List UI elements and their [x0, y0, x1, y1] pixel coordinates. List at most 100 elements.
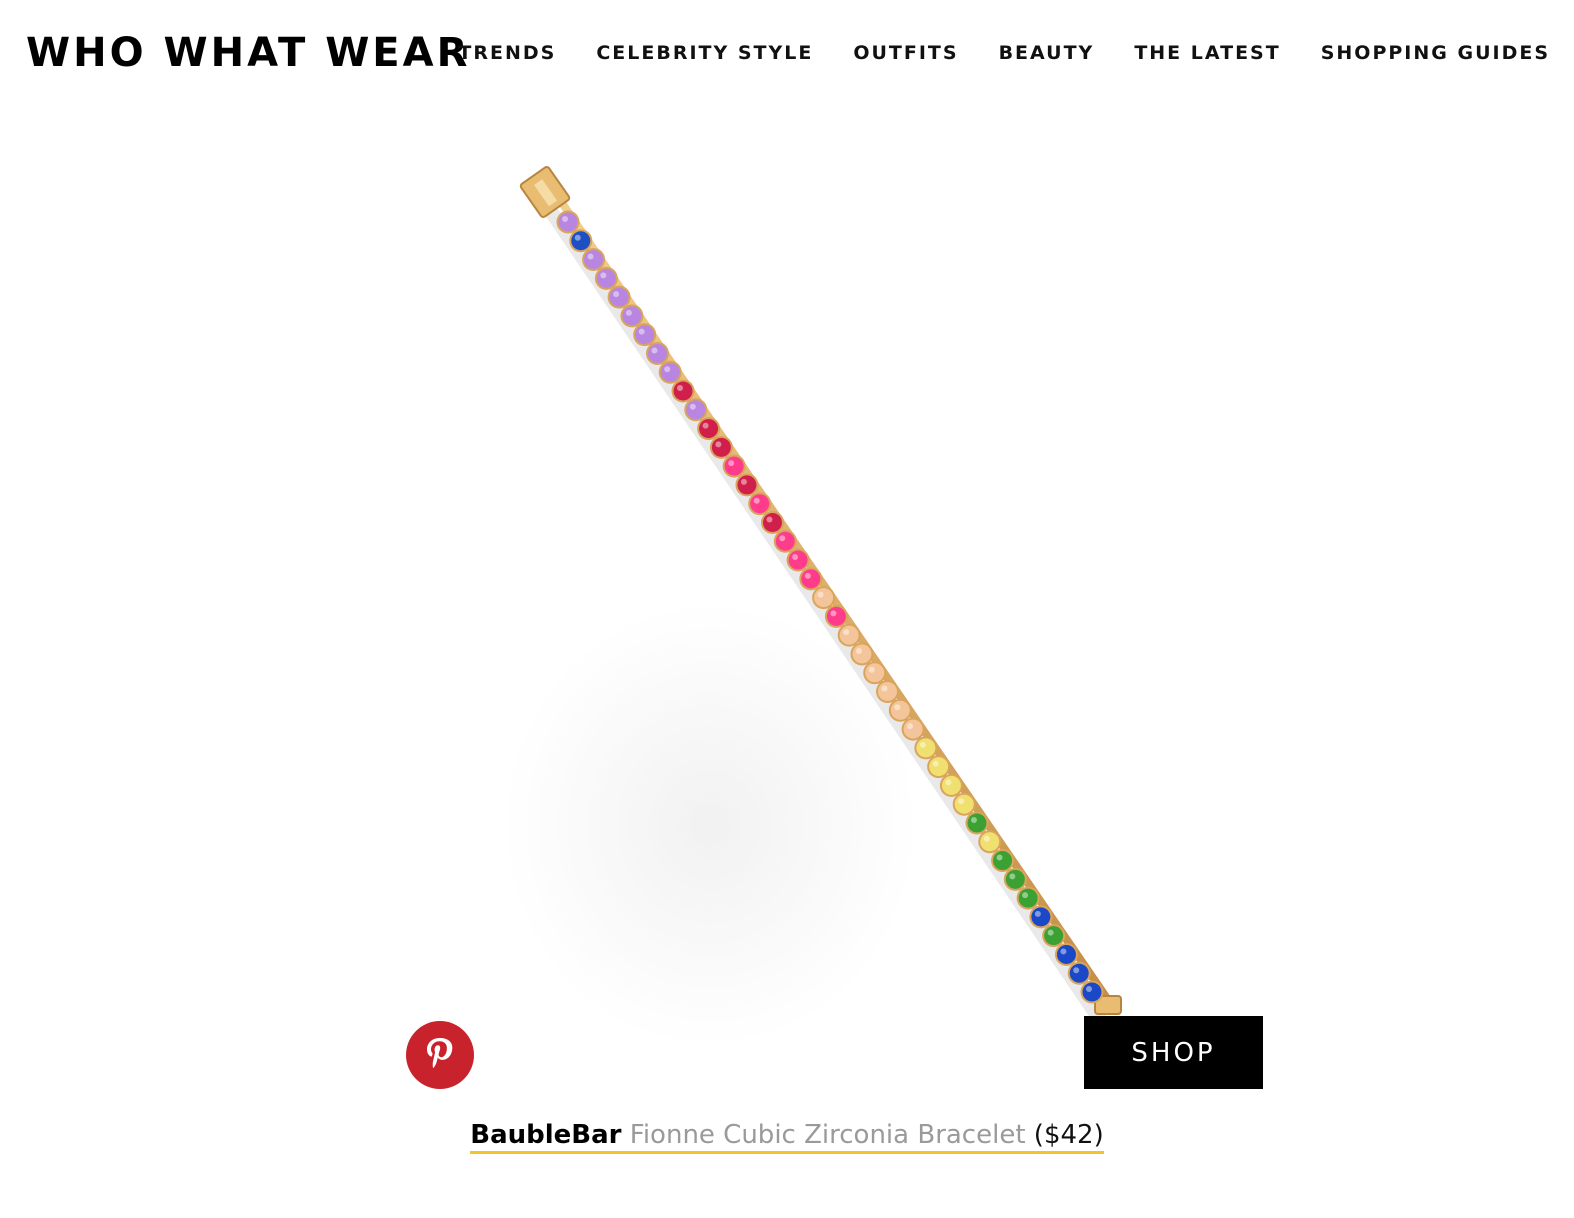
shop-button[interactable]: SHOP — [1084, 1016, 1263, 1089]
gem-highlight — [1073, 967, 1080, 974]
gem-stone — [673, 381, 693, 401]
site-header: WHO WHAT WEAR TRENDS CELEBRITY STYLE OUT… — [0, 0, 1574, 110]
gem-stone — [839, 625, 859, 645]
gem-highlight — [766, 516, 773, 523]
gem-highlight — [638, 328, 645, 335]
product-name: Fionne Cubic Zirconia Bracelet — [629, 1120, 1026, 1150]
product-price: ($42) — [1033, 1120, 1104, 1150]
gem-highlight — [600, 272, 607, 279]
gem-stone — [993, 851, 1013, 871]
nav-the-latest[interactable]: THE LATEST — [1134, 42, 1280, 64]
nav-outfits[interactable]: OUTFITS — [853, 42, 958, 64]
gem-highlight — [702, 422, 709, 429]
nav-celebrity-style[interactable]: CELEBRITY STYLE — [596, 42, 813, 64]
gem-highlight — [932, 760, 939, 767]
gem-highlight — [983, 835, 990, 842]
product-caption: BaubleBar Fionne Cubic Zirconia Bracelet… — [0, 1120, 1574, 1154]
gem-stone — [635, 325, 655, 345]
gem-stone — [686, 400, 706, 420]
gem-stone — [711, 437, 731, 457]
gem-highlight — [1009, 873, 1016, 880]
gem-highlight — [1047, 929, 1054, 936]
gem-highlight — [1034, 910, 1041, 917]
nav-beauty[interactable]: BEAUTY — [999, 42, 1095, 64]
gem-stone — [903, 719, 923, 739]
gem-stone — [814, 588, 834, 608]
nav-shopping-guides[interactable]: SHOPPING GUIDES — [1321, 42, 1550, 64]
gem-stone — [941, 775, 961, 795]
gem-highlight — [613, 291, 620, 298]
gem-highlight — [1022, 892, 1029, 899]
gem-highlight — [843, 629, 850, 636]
gem-highlight — [1086, 986, 1092, 992]
pinterest-save-button[interactable] — [406, 1021, 474, 1089]
gem-highlight — [792, 554, 799, 561]
gem-stone — [750, 494, 770, 514]
gem-stone — [660, 362, 680, 382]
gem-highlight — [715, 441, 722, 448]
gem-highlight — [689, 403, 696, 410]
gem-stone — [1044, 926, 1064, 946]
gem-highlight — [830, 610, 837, 617]
gem-highlight — [970, 816, 977, 823]
gem-highlight — [868, 666, 875, 673]
pinterest-icon — [427, 1038, 453, 1069]
gem-stone — [801, 569, 821, 589]
gem-stone — [916, 738, 936, 758]
gem-stone — [558, 212, 578, 232]
gem-highlight — [855, 647, 862, 654]
gem-highlight — [574, 234, 581, 241]
gem-highlight — [677, 385, 684, 392]
gem-highlight — [996, 854, 1003, 861]
gem-highlight — [907, 723, 914, 730]
gem-stone — [762, 512, 782, 532]
gem-stone — [596, 268, 616, 288]
gem-stone — [647, 343, 667, 363]
bracelet-image — [519, 166, 1122, 1024]
gem-stone — [1031, 907, 1051, 927]
gem-highlight — [779, 535, 786, 542]
gem-stone — [1069, 963, 1089, 983]
gem-stone — [826, 606, 846, 626]
gem-stone — [584, 250, 604, 270]
gem-highlight — [1060, 948, 1067, 955]
gem-highlight — [625, 309, 632, 316]
gem-stone — [890, 700, 910, 720]
gem-stone — [1005, 869, 1025, 889]
gem-stone — [609, 287, 629, 307]
main-nav: TRENDS CELEBRITY STYLE OUTFITS BEAUTY TH… — [458, 42, 1550, 64]
gem-stone — [865, 663, 885, 683]
site-logo[interactable]: WHO WHAT WEAR — [26, 30, 470, 76]
gem-stone — [724, 456, 744, 476]
gem-stone — [699, 419, 719, 439]
gem-stone — [622, 306, 642, 326]
gem-highlight — [817, 591, 824, 598]
gem-stone — [954, 794, 974, 814]
bracelet-gems — [556, 210, 1104, 1004]
gem-stone — [929, 757, 949, 777]
gem-stone — [1082, 982, 1102, 1002]
gem-stone — [967, 813, 987, 833]
gem-highlight — [562, 216, 568, 222]
nav-trends[interactable]: TRENDS — [458, 42, 556, 64]
gem-stone — [788, 550, 808, 570]
gem-highlight — [881, 685, 888, 692]
gem-highlight — [651, 347, 658, 354]
gem-stone — [571, 231, 591, 251]
product-brand: BaubleBar — [470, 1120, 622, 1150]
gem-highlight — [664, 366, 671, 373]
gem-highlight — [804, 572, 811, 579]
gem-highlight — [894, 704, 901, 711]
gem-stone — [1056, 944, 1076, 964]
gem-highlight — [587, 253, 594, 260]
gem-stone — [878, 682, 898, 702]
gem-highlight — [740, 478, 747, 485]
gem-highlight — [753, 497, 760, 504]
product-link[interactable]: BaubleBar Fionne Cubic Zirconia Bracelet… — [470, 1120, 1104, 1154]
gem-stone — [980, 832, 1000, 852]
gem-stone — [737, 475, 757, 495]
gem-highlight — [919, 741, 926, 748]
gem-highlight — [945, 779, 952, 786]
gem-highlight — [728, 460, 735, 467]
gem-stone — [775, 531, 795, 551]
